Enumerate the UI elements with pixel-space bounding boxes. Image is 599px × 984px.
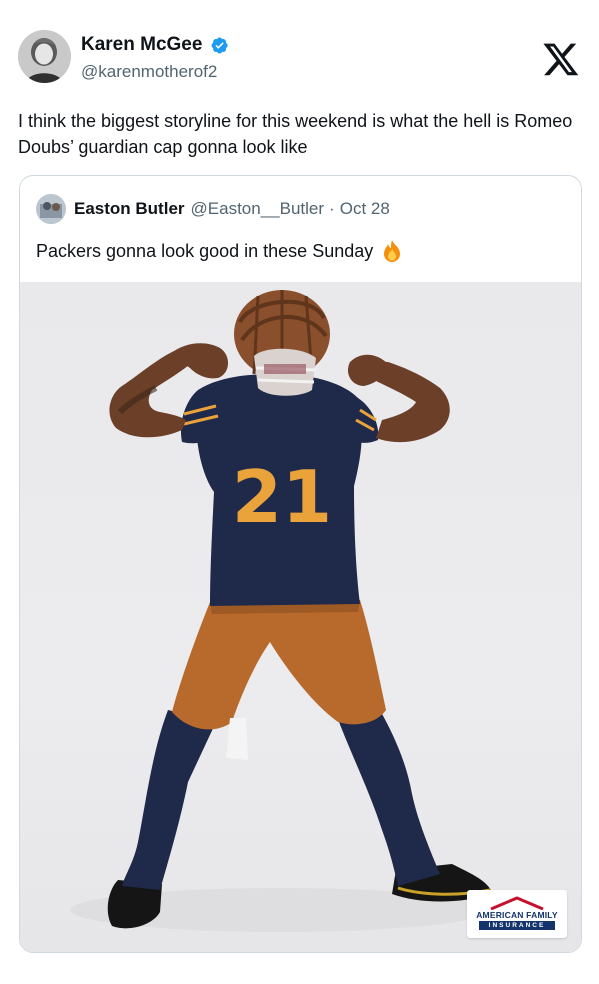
sponsor-roof-icon: [490, 896, 544, 910]
sponsor-name: AMERICAN FAMILY: [476, 910, 558, 920]
quoted-tweet-photo[interactable]: 21 AMERICAN FAMILY INSURANCE: [20, 282, 581, 952]
quoted-tweet-text: Packers gonna look good in these Sunday: [36, 241, 374, 261]
sponsor-logo: AMERICAN FAMILY INSURANCE: [467, 890, 567, 938]
fire-emoji-icon: [384, 240, 401, 262]
quoted-tweet-text-row: Packers gonna look good in these Sunday: [36, 238, 405, 264]
verified-badge-icon: [211, 36, 228, 54]
tweet-header: Karen McGee @karenmotherof2: [18, 30, 583, 86]
quoted-author-display-name[interactable]: Easton Butler: [74, 199, 185, 219]
quoted-tweet-header: Easton Butler @Easton__Butler · Oct 28: [36, 193, 390, 225]
sponsor-subtitle: INSURANCE: [479, 921, 555, 930]
jersey-number: 21: [232, 455, 332, 539]
tweet-text: I think the biggest storyline for this w…: [18, 111, 573, 157]
x-logo-icon[interactable]: [541, 40, 581, 78]
author-handle[interactable]: @karenmotherof2: [81, 62, 229, 82]
meta-separator: ·: [329, 199, 335, 218]
quoted-avatar-image: [36, 194, 66, 224]
quoted-author-handle[interactable]: @Easton__Butler: [191, 199, 325, 219]
quoted-tweet-card[interactable]: Easton Butler @Easton__Butler · Oct 28 P…: [19, 175, 582, 953]
football-player-illustration: 21: [70, 290, 492, 932]
avatar-image: [18, 30, 71, 83]
author-avatar[interactable]: [18, 30, 71, 83]
quoted-tweet-date[interactable]: Oct 28: [340, 199, 390, 219]
author-names: Karen McGee @karenmotherof2: [81, 34, 229, 82]
quoted-author-avatar[interactable]: [36, 194, 66, 224]
author-display-name[interactable]: Karen McGee: [81, 34, 202, 56]
